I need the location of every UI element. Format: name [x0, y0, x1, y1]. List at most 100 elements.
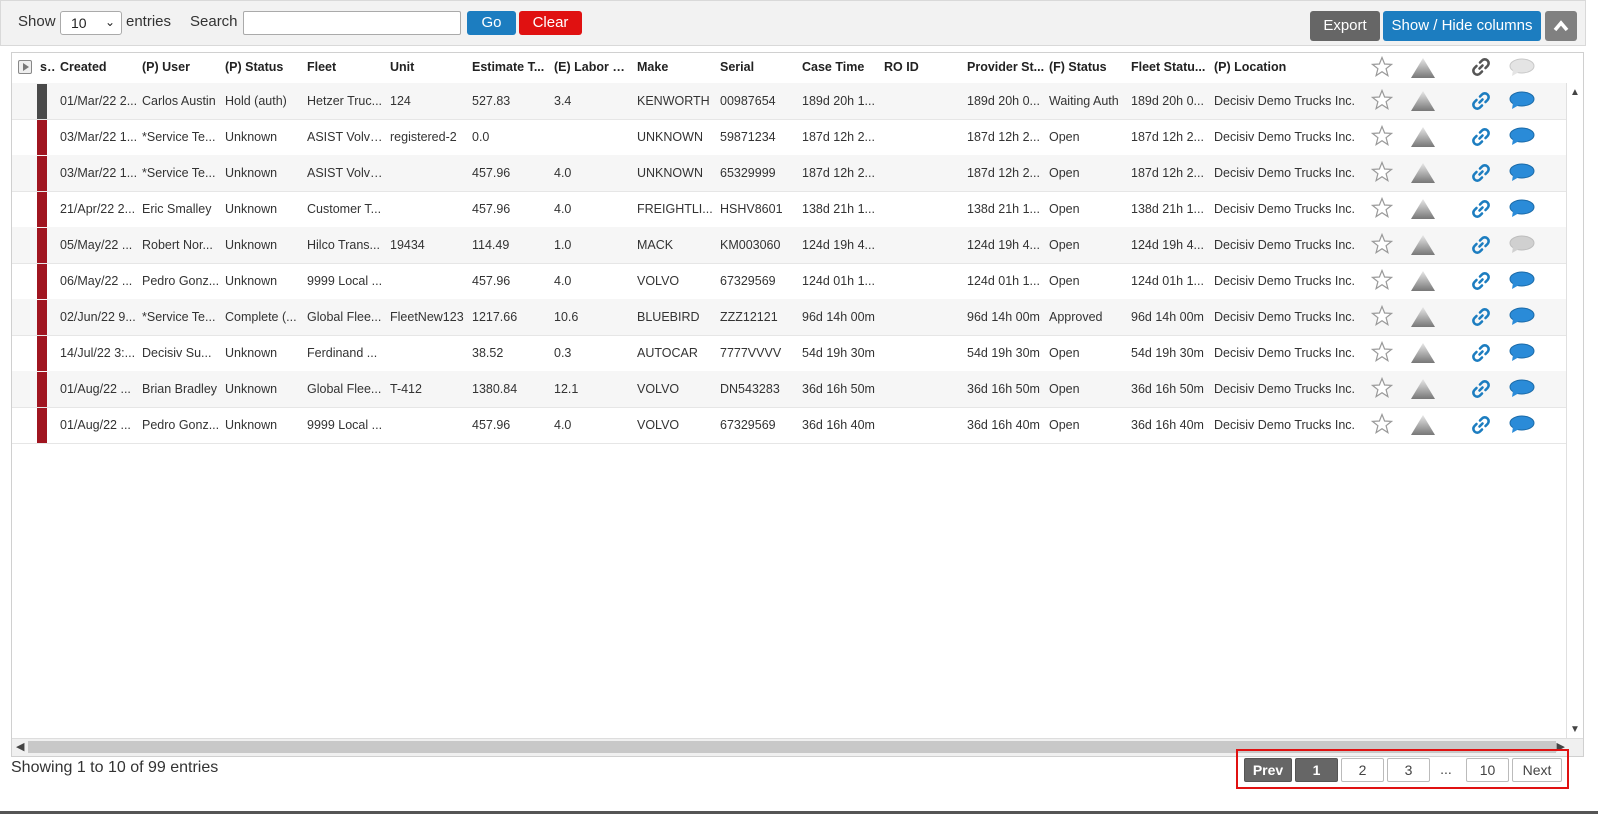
star-icon[interactable] [1371, 377, 1393, 399]
triangle-icon[interactable] [1410, 234, 1436, 256]
comment-icon[interactable] [1509, 58, 1535, 78]
table-row[interactable]: 01/Aug/22 ... Pedro Gonz... Unknown 9999 Lo… [12, 407, 1583, 444]
comment-icon[interactable] [1509, 91, 1535, 111]
link-icon[interactable] [1471, 379, 1491, 399]
comment-icon[interactable] [1509, 379, 1535, 399]
link-icon[interactable] [1471, 127, 1491, 147]
link-icon[interactable] [1471, 415, 1491, 435]
status-color-bar [37, 336, 47, 371]
comment-icon[interactable] [1509, 127, 1535, 147]
link-icon[interactable] [1471, 57, 1491, 77]
triangle-icon[interactable] [1410, 378, 1436, 400]
col-header-fleet[interactable]: Fleet [307, 60, 385, 74]
cell-estimate: 1217.66 [472, 310, 518, 324]
table-row[interactable]: 21/Apr/22 2... Eric Smalley Unknown Custome… [12, 191, 1583, 228]
scroll-down-icon[interactable]: ▼ [1570, 724, 1580, 735]
clear-button[interactable]: Clear [519, 11, 582, 35]
star-icon[interactable] [1371, 269, 1393, 291]
comment-icon[interactable] [1509, 343, 1535, 363]
col-header-fstatus[interactable]: (F) Status [1049, 60, 1127, 74]
comment-icon[interactable] [1509, 271, 1535, 291]
cell-location: Decisiv Demo Trucks Inc. [1214, 166, 1356, 180]
cell-make: VOLVO [637, 382, 680, 396]
col-header-fleet-status[interactable]: Fleet Statu... [1131, 60, 1209, 74]
col-header-estimate[interactable]: Estimate T... [472, 60, 550, 74]
link-icon[interactable] [1471, 307, 1491, 327]
comment-icon[interactable] [1509, 199, 1535, 219]
vertical-scrollbar[interactable]: ▲ ▼ [1566, 83, 1583, 739]
col-header-provider-status[interactable]: Provider St... [967, 60, 1045, 74]
search-input[interactable] [243, 11, 461, 35]
comment-icon[interactable] [1509, 415, 1535, 435]
cell-estimate: 457.96 [472, 202, 511, 216]
table-row[interactable]: 03/Mar/22 1... *Service Te... Unknown ASIST… [12, 119, 1583, 156]
collapse-toolbar-button[interactable] [1545, 11, 1577, 41]
table-row[interactable]: 14/Jul/22 3:... Decisiv Su... Unknown Ferdi… [12, 335, 1583, 372]
cell-pstatus: Hold (auth) [225, 94, 287, 108]
triangle-icon[interactable] [1410, 414, 1436, 436]
link-icon[interactable] [1471, 271, 1491, 291]
cell-fleet: Customer T... [307, 202, 382, 216]
triangle-icon[interactable] [1410, 270, 1436, 292]
go-button[interactable]: Go [467, 11, 516, 35]
triangle-icon[interactable] [1410, 126, 1436, 148]
star-icon[interactable] [1371, 413, 1393, 435]
col-header-make[interactable]: Make [637, 60, 715, 74]
comment-icon[interactable] [1509, 163, 1535, 183]
triangle-icon[interactable] [1410, 342, 1436, 364]
star-icon[interactable] [1371, 56, 1393, 78]
export-button[interactable]: Export [1310, 11, 1380, 41]
star-icon[interactable] [1371, 125, 1393, 147]
triangle-icon[interactable] [1410, 198, 1436, 220]
table-row[interactable]: 05/May/22 ... Robert Nor... Unknown Hilco T… [12, 227, 1583, 264]
triangle-icon[interactable] [1410, 90, 1436, 112]
comment-icon[interactable] [1509, 307, 1535, 327]
show-hide-columns-button[interactable]: Show / Hide columns [1383, 11, 1541, 41]
table-row[interactable]: 01/Aug/22 ... Brian Bradley Unknown Global … [12, 371, 1583, 408]
col-header-case-time[interactable]: Case Time [802, 60, 880, 74]
expand-all-icon[interactable] [18, 60, 32, 74]
triangle-icon[interactable] [1410, 57, 1436, 79]
triangle-icon[interactable] [1410, 162, 1436, 184]
star-icon[interactable] [1371, 89, 1393, 111]
triangle-icon[interactable] [1410, 306, 1436, 328]
star-icon[interactable] [1371, 233, 1393, 255]
link-icon[interactable] [1471, 91, 1491, 111]
col-header-serial[interactable]: Serial [720, 60, 798, 74]
cell-pstatus: Unknown [225, 130, 278, 144]
cell-location: Decisiv Demo Trucks Inc. [1214, 346, 1356, 360]
table-row[interactable]: 03/Mar/22 1... *Service Te... Unknown ASIST… [12, 155, 1583, 192]
page-10-button[interactable]: 10 [1466, 758, 1509, 782]
col-header-user[interactable]: (P) User [142, 60, 220, 74]
status-color-bar [37, 300, 47, 335]
table-row[interactable]: 01/Mar/22 2... Carlos Austin Hold (auth) He… [12, 83, 1583, 120]
page-1-button[interactable]: 1 [1295, 758, 1338, 782]
prev-page-button[interactable]: Prev [1244, 758, 1292, 782]
table-row[interactable]: 06/May/22 ... Pedro Gonz... Unknown 9999 Lo… [12, 263, 1583, 300]
link-icon[interactable] [1471, 343, 1491, 363]
link-icon[interactable] [1471, 235, 1491, 255]
cell-make: AUTOCAR [637, 346, 698, 360]
scroll-left-icon[interactable]: ◀ [16, 740, 24, 753]
link-icon[interactable] [1471, 199, 1491, 219]
star-icon[interactable] [1371, 197, 1393, 219]
col-header-location[interactable]: (P) Location [1214, 60, 1359, 74]
col-header-ro-id[interactable]: RO ID [884, 60, 962, 74]
star-icon[interactable] [1371, 341, 1393, 363]
comment-icon[interactable] [1509, 235, 1535, 255]
link-icon[interactable] [1471, 163, 1491, 183]
cell-case-time: 138d 21h 1... [802, 202, 875, 216]
next-page-button[interactable]: Next [1512, 758, 1562, 782]
col-header-created[interactable]: Created [60, 60, 138, 74]
page-3-button[interactable]: 3 [1387, 758, 1430, 782]
col-header-pstatus[interactable]: (P) Status [225, 60, 303, 74]
star-icon[interactable] [1371, 305, 1393, 327]
entries-select[interactable]: 10 ⌄ [60, 11, 122, 35]
col-header-unit[interactable]: Unit [390, 60, 468, 74]
col-header-labor-hrs[interactable]: (E) Labor Hrs [554, 60, 632, 74]
col-header-status[interactable]: sta [40, 60, 56, 74]
table-row[interactable]: 02/Jun/22 9... *Service Te... Complete (..… [12, 299, 1583, 336]
scroll-up-icon[interactable]: ▲ [1570, 87, 1580, 98]
star-icon[interactable] [1371, 161, 1393, 183]
page-2-button[interactable]: 2 [1341, 758, 1384, 782]
